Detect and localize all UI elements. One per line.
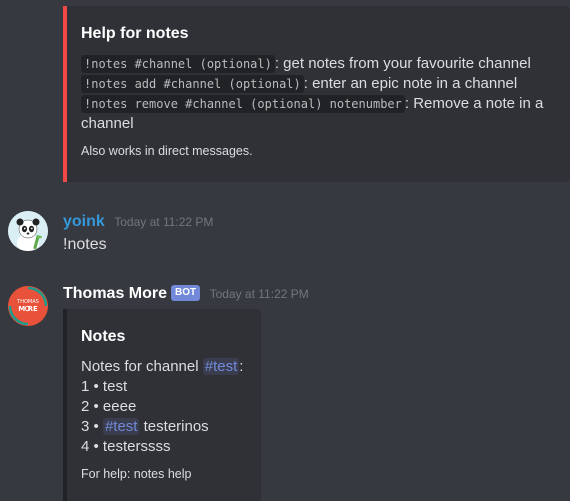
note-item: 1 • test [81,377,251,397]
note-number: 3 • [81,418,99,435]
avatar[interactable]: THOMAS M RE [8,286,48,326]
note-number: 2 • [81,398,99,415]
help-line: !notes add #channel (optional): enter an… [81,74,560,94]
help-line: !notes remove #channel (optional) notenu… [81,94,560,114]
timestamp: Today at 11:22 PM [209,287,309,301]
note-text: testerssss [98,438,171,455]
notes-header-line: Notes for channel #test: [81,357,251,377]
notes-embed-title: Notes [81,328,126,345]
note-item: 3 • #test testerinos [81,417,251,437]
note-number: 4 • [81,438,99,455]
code-snippet: !notes #channel (optional) [81,55,275,73]
notes-embed-footer: For help: notes help [81,467,192,481]
avatar[interactable] [8,211,48,251]
code-snippet: !notes remove #channel (optional) notenu… [81,95,405,113]
help-embed: Help for notes !notes #channel (optional… [63,6,570,182]
note-item: 2 • eeee [81,397,251,417]
message-content: !notes [63,236,107,253]
notes-header-text: Notes for channel [81,358,203,375]
help-line-text: : get notes from your favourite channel [274,55,531,72]
notes-header-suffix: : [239,358,244,375]
bot-badge: BOT [171,285,201,301]
help-line-text: channel [81,115,134,132]
channel-mention[interactable]: #test [202,358,240,375]
timestamp: Today at 11:22 PM [114,215,214,229]
help-embed-description: !notes #channel (optional): get notes fr… [81,54,560,134]
username-text[interactable]: yoink [63,213,105,230]
help-line: channel [81,114,560,134]
username[interactable]: Thomas More BOT Today at 11:22 PM [63,284,309,304]
note-text: testerinos [139,418,209,435]
note-text: eeee [98,398,137,415]
help-line-text: : enter an epic note in a channel [303,75,518,92]
help-embed-title: Help for notes [81,25,189,42]
thomas-more-logo-icon: THOMAS M RE [8,286,48,326]
username[interactable]: yoink Today at 11:22 PM [63,212,213,232]
note-text: test [98,378,128,395]
username-text[interactable]: Thomas More [63,285,167,302]
panda-avatar-icon [8,211,48,251]
notes-embed: Notes Notes for channel #test: 1 • test … [63,309,261,501]
note-item: 4 • testerssss [81,437,251,457]
note-number: 1 • [81,378,99,395]
code-snippet: !notes add #channel (optional) [81,75,304,93]
help-line-text: : Remove a note in a [404,95,544,112]
channel-mention[interactable]: #test [102,418,140,435]
help-embed-footer: Also works in direct messages. [81,144,253,158]
help-line: !notes #channel (optional): get notes fr… [81,54,560,74]
